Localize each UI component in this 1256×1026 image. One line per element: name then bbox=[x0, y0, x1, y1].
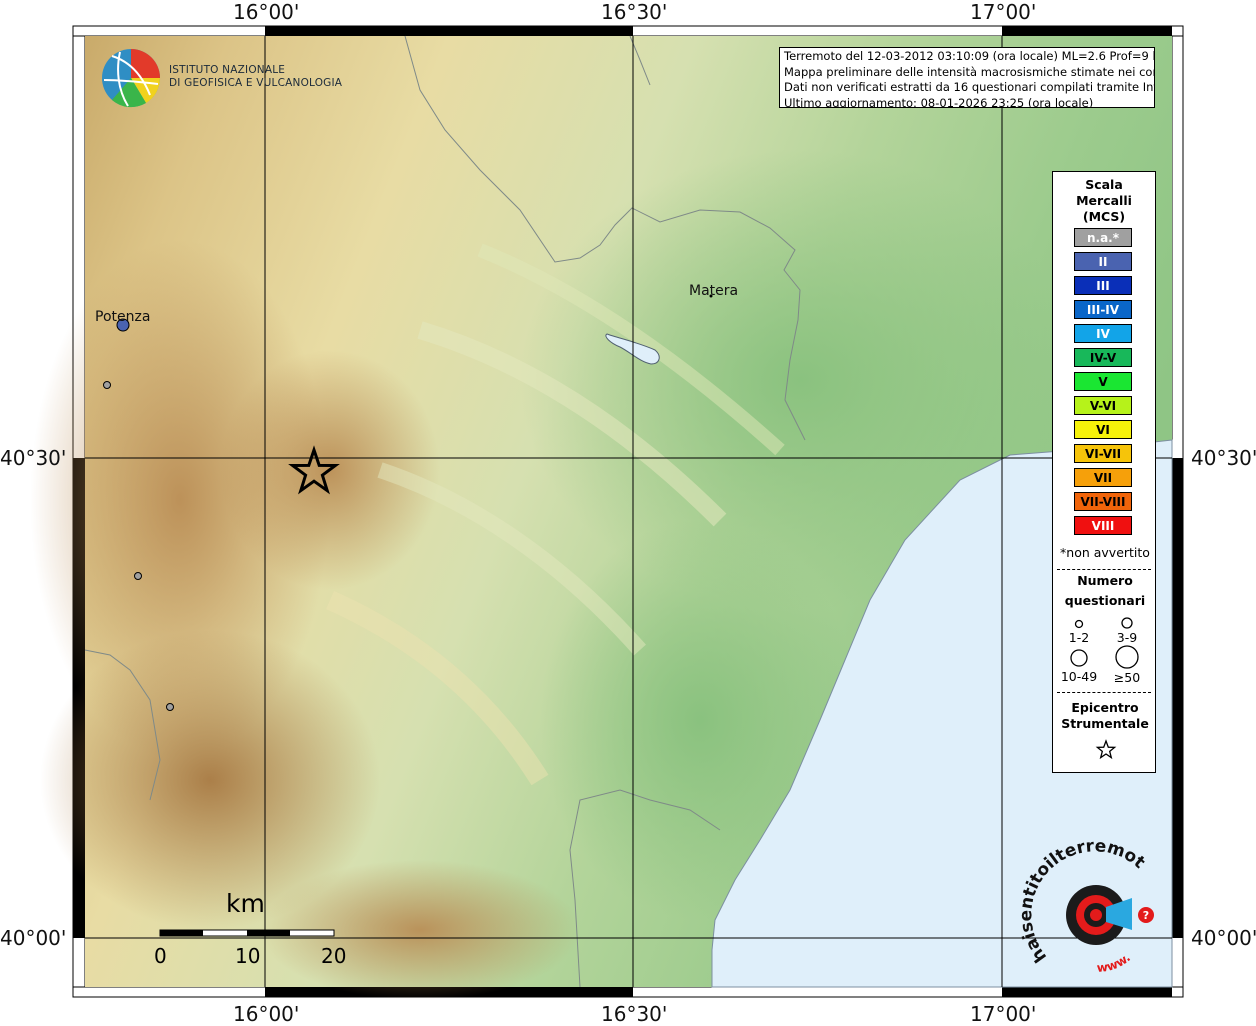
legend-title: Scala Mercalli (MCS) bbox=[1053, 177, 1155, 225]
legend-swatch-vi-vii: VI-VII bbox=[1074, 444, 1132, 463]
legend-swatch-viii: VIII bbox=[1074, 516, 1132, 535]
legend-swatch-vii-viii: VII-VIII bbox=[1074, 492, 1132, 511]
legend-swatch-iv: IV bbox=[1074, 324, 1132, 343]
ingv-logo-line1: ISTITUTO NAZIONALE bbox=[169, 64, 286, 76]
ingv-logo-line2: DI GEOFISICA E VULCANOLOGIA bbox=[169, 77, 343, 89]
ingv-logo-icon bbox=[102, 49, 161, 108]
info-line-description: Mappa preliminare delle intensità macros… bbox=[784, 64, 1155, 79]
lon-label-bottom-17-00: 17°00' bbox=[970, 1002, 1037, 1026]
legend-swatch-v: V bbox=[1074, 372, 1132, 391]
scale-tick-20: 20 bbox=[321, 944, 347, 968]
place-label-potenza: Potenza bbox=[95, 309, 151, 325]
town-marker[interactable] bbox=[166, 703, 174, 711]
info-line-source: Dati non verificati estratti da 16 quest… bbox=[784, 80, 1155, 94]
legend-epicentre-title: Epicentro Strumentale bbox=[1053, 700, 1157, 732]
lat-label-left-40-30: 40°30' bbox=[0, 446, 67, 470]
count-size-label-4: ≥50 bbox=[1113, 670, 1141, 685]
legend-swatch-iii: III bbox=[1074, 276, 1132, 295]
legend-epicentre-line2: Strumentale bbox=[1061, 716, 1149, 731]
scale-tick-0: 0 bbox=[154, 944, 167, 968]
lat-label-right-40-00: 40°00' bbox=[1191, 926, 1256, 950]
legend-star-icon bbox=[1095, 739, 1117, 760]
place-label-matera: Matera bbox=[689, 283, 739, 299]
lon-label-top-16-00: 16°00' bbox=[233, 0, 300, 24]
count-size-label-1: 1-2 bbox=[1068, 630, 1090, 645]
count-size-icon-small bbox=[1074, 619, 1084, 629]
lon-label-top-16-30: 16°30' bbox=[601, 0, 668, 24]
legend-swatch-n-a: n.a.* bbox=[1074, 228, 1132, 247]
town-marker[interactable] bbox=[134, 572, 142, 580]
scale-tick-10: 10 bbox=[235, 944, 261, 968]
lat-label-right-40-30: 40°30' bbox=[1191, 446, 1256, 470]
legend-title-line1: Scala bbox=[1085, 177, 1123, 192]
count-size-label-3: 10-49 bbox=[1060, 669, 1098, 684]
lon-label-bottom-16-00: 16°00' bbox=[233, 1002, 300, 1026]
legend-items: n.a.* II III III-IV IV IV-V V V-VI VI VI-VII VII VI… bbox=[1074, 228, 1132, 540]
info-line-updated: Ultimo aggiornamento: 08-01-2026 23:25 (… bbox=[784, 95, 1094, 108]
legend-count-title: Numero questionari bbox=[1053, 571, 1157, 611]
legend-title-line2: Mercalli bbox=[1076, 193, 1132, 208]
count-size-icon-large bbox=[1070, 649, 1088, 667]
legend-swatch-vii: VII bbox=[1074, 468, 1132, 487]
scale-unit: km bbox=[226, 889, 265, 918]
legend-swatch-v-vi: V-VI bbox=[1074, 396, 1132, 415]
scale-bar bbox=[159, 929, 335, 937]
count-size-icon-xlarge bbox=[1115, 645, 1139, 669]
count-size-label-2: 3-9 bbox=[1116, 630, 1138, 645]
legend-count-title-line1: Numero bbox=[1077, 573, 1133, 588]
info-line-event: Terremoto del 12-03-2012 03:10:09 (ora l… bbox=[784, 49, 1155, 63]
legend-title-line3: (MCS) bbox=[1082, 209, 1126, 224]
legend-swatch-iii-iv: III-IV bbox=[1074, 300, 1132, 319]
legend-count-title-line2: questionari bbox=[1064, 593, 1146, 608]
legend-divider bbox=[1057, 569, 1151, 570]
lon-label-top-17-00: 17°00' bbox=[970, 0, 1037, 24]
earthquake-info-box: Terremoto del 12-03-2012 03:10:09 (ora l… bbox=[779, 47, 1155, 108]
legend-swatch-vi: VI bbox=[1074, 420, 1132, 439]
legend-epicentre-line1: Epicentro bbox=[1071, 700, 1139, 715]
mcs-legend: Scala Mercalli (MCS) n.a.* II III III-IV IV I… bbox=[1052, 171, 1156, 773]
legend-note: *non avvertito bbox=[1060, 545, 1150, 560]
legend-divider bbox=[1057, 692, 1151, 693]
lat-label-left-40-00: 40°00' bbox=[0, 926, 67, 950]
svg-text:?: ? bbox=[1143, 909, 1149, 922]
legend-swatch-iv-v: IV-V bbox=[1074, 348, 1132, 367]
count-size-icon-medium bbox=[1121, 617, 1133, 629]
town-marker[interactable] bbox=[103, 381, 111, 389]
ingv-logo-text: ISTITUTO NAZIONALE DI GEOFISICA E VULCAN… bbox=[169, 64, 342, 90]
lon-label-bottom-16-30: 16°30' bbox=[601, 1002, 668, 1026]
legend-swatch-ii: II bbox=[1074, 252, 1132, 271]
